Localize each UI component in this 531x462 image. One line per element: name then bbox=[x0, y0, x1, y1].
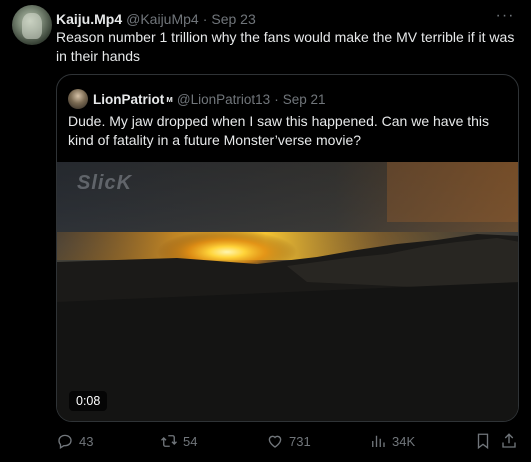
quote-author-handle: @LionPatriot13 bbox=[176, 91, 271, 107]
tweet-text: Reason number 1 trillion why the fans wo… bbox=[56, 29, 515, 64]
tweet-header: Kaiju.Mp4 @KaijuMp4 · Sep 23 bbox=[56, 9, 256, 29]
action-bar: 43 54 731 34K bbox=[56, 430, 518, 452]
like-button[interactable]: 731 bbox=[266, 430, 311, 452]
video-player[interactable]: SlicK 0:08 bbox=[57, 162, 518, 421]
video-duration: 0:08 bbox=[69, 391, 108, 411]
video-watermark: SlicK bbox=[77, 172, 133, 194]
quote-separator-dot: · bbox=[274, 91, 279, 107]
quote-author-name: LionPatriot bbox=[93, 91, 165, 107]
quote-text: Dude. My jaw dropped when I saw this hap… bbox=[68, 113, 490, 148]
avatar[interactable] bbox=[12, 5, 52, 45]
more-options-icon[interactable]: ··· bbox=[495, 6, 515, 26]
video-frame bbox=[57, 162, 518, 421]
reply-count: 43 bbox=[79, 433, 94, 449]
quote-avatar bbox=[68, 89, 88, 109]
bookmark-button[interactable] bbox=[474, 430, 492, 452]
heart-icon bbox=[268, 435, 282, 448]
repost-icon bbox=[161, 435, 177, 447]
reply-button[interactable]: 43 bbox=[56, 430, 93, 452]
quote-author-badge: ᴍ bbox=[166, 94, 173, 104]
analytics-icon bbox=[372, 435, 385, 447]
author-name[interactable]: Kaiju.Mp4 bbox=[56, 11, 122, 27]
tweet[interactable]: Kaiju.Mp4 @KaijuMp4 · Sep 23 ··· Reason … bbox=[0, 0, 531, 462]
views-count: 34K bbox=[392, 433, 416, 449]
quoted-tweet[interactable]: LionPatriot ᴍ @LionPatriot13 · Sep 21 Du… bbox=[56, 74, 519, 422]
quote-header: LionPatriot ᴍ @LionPatriot13 · Sep 21 bbox=[93, 90, 325, 108]
post-date[interactable]: Sep 23 bbox=[211, 11, 255, 27]
author-handle[interactable]: @KaijuMp4 bbox=[126, 11, 199, 27]
repost-button[interactable]: 54 bbox=[160, 430, 197, 452]
share-icon bbox=[502, 433, 516, 448]
like-count: 731 bbox=[289, 433, 311, 449]
views-button[interactable]: 34K bbox=[369, 430, 415, 452]
repost-count: 54 bbox=[183, 433, 198, 449]
separator-dot: · bbox=[202, 11, 208, 27]
quote-date: Sep 21 bbox=[282, 91, 326, 107]
reply-icon bbox=[58, 434, 72, 449]
share-button[interactable] bbox=[500, 430, 518, 452]
bookmark-icon bbox=[477, 433, 489, 450]
